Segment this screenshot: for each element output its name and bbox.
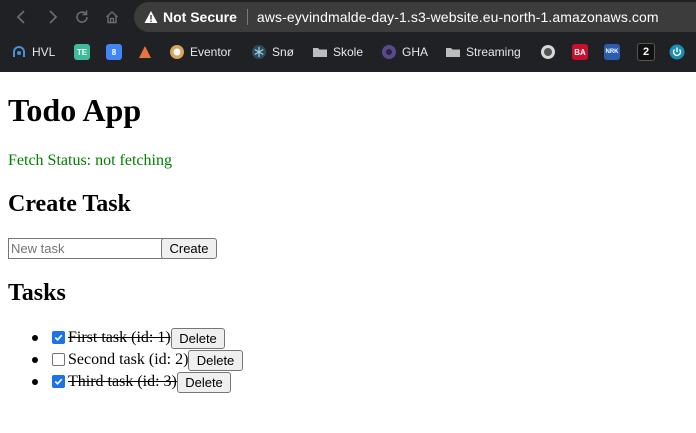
back-arrow-icon — [16, 10, 25, 24]
calendar-icon: 8 — [106, 44, 122, 60]
hvl-icon — [11, 44, 27, 60]
task-text: Second task (id: 2) — [68, 351, 189, 368]
bookmark-te[interactable]: TE — [74, 41, 90, 63]
bookmark-label: Streaming — [466, 45, 521, 59]
bookmark-globe[interactable] — [540, 41, 556, 63]
bookmark-tv2[interactable]: 2 — [637, 41, 655, 63]
folder-icon — [445, 44, 461, 60]
list-bullet — [32, 357, 38, 363]
bookmark-label: Eventor — [190, 45, 232, 59]
gha-icon — [381, 44, 397, 60]
home-icon — [105, 10, 119, 24]
bookmark-streaming[interactable]: Streaming — [445, 41, 521, 63]
reload-icon — [76, 10, 88, 23]
list-bullet — [32, 379, 38, 385]
page-content: Todo App Fetch Status: not fetching Crea… — [0, 72, 696, 433]
bookmark-hvl[interactable]: HVL — [11, 41, 55, 63]
bookmark-eventor[interactable]: Eventor — [169, 41, 231, 63]
delete-button[interactable]: Delete — [188, 350, 243, 371]
browser-toolbar: Not Secure aws-eyvindmalde-day-1.s3-webs… — [0, 0, 696, 34]
task-checkbox[interactable] — [52, 353, 65, 366]
fetch-status: Fetch Status: not fetching — [8, 152, 172, 169]
globe-icon — [540, 44, 556, 60]
task-checkbox[interactable] — [52, 375, 65, 388]
bookmark-sno[interactable]: Snø — [251, 41, 294, 63]
bookmark-nrk[interactable]: NRK — [604, 41, 620, 63]
delete-button[interactable]: Delete — [171, 328, 225, 349]
bookmark-gha[interactable]: GHA — [381, 41, 428, 63]
create-task-heading: Create Task — [8, 191, 131, 217]
forward-arrow-icon — [49, 10, 58, 24]
task-text: Third task (id: 3) — [68, 373, 177, 390]
back-button[interactable] — [11, 6, 33, 28]
new-task-input[interactable] — [8, 238, 163, 259]
task-checkbox[interactable] — [52, 331, 65, 344]
tasks-heading: Tasks — [8, 280, 66, 306]
snowflake-icon — [251, 44, 267, 60]
address-bar[interactable]: Not Secure aws-eyvindmalde-day-1.s3-webs… — [134, 2, 696, 32]
bookmark-skole[interactable]: Skole — [312, 41, 363, 63]
power-icon — [669, 44, 685, 60]
task-text: First task (id: 1) — [68, 329, 171, 346]
bookmark-label: GHA — [402, 45, 429, 59]
triangle-icon — [137, 44, 153, 60]
task-item: Second task (id: 2) Delete — [0, 349, 300, 371]
checkmark-icon — [54, 334, 63, 341]
bookmark-label: HVL — [32, 45, 56, 59]
url-text[interactable]: aws-eyvindmalde-day-1.s3-website.eu-nort… — [257, 9, 659, 25]
browser-chrome: Not Secure aws-eyvindmalde-day-1.s3-webs… — [0, 0, 696, 72]
bookmark-ba[interactable]: BA — [572, 41, 588, 63]
create-button[interactable]: Create — [161, 238, 217, 259]
warning-icon[interactable] — [144, 10, 158, 24]
security-status-label[interactable]: Not Secure — [163, 9, 237, 25]
bookmarks-bar: HVL TE 8 Eventor Snø Skole GHA Streaming… — [0, 38, 696, 66]
bookmark-triangle[interactable] — [137, 41, 153, 63]
bookmark-power[interactable] — [669, 41, 685, 63]
forward-button[interactable] — [41, 6, 63, 28]
tv2-icon: 2 — [637, 43, 655, 61]
eventor-icon — [169, 44, 185, 60]
bookmark-label: Skole — [333, 45, 364, 59]
reload-button[interactable] — [71, 6, 93, 28]
bookmark-label: Snø — [272, 45, 295, 59]
home-button[interactable] — [101, 6, 123, 28]
folder-icon — [312, 44, 328, 60]
task-item: Third task (id: 3) Delete — [0, 371, 300, 393]
ba-icon: BA — [572, 44, 588, 60]
nrk-icon: NRK — [604, 44, 620, 60]
page-title: Todo App — [8, 92, 142, 128]
bookmark-calendar[interactable]: 8 — [106, 41, 122, 63]
list-bullet — [32, 335, 38, 341]
delete-button[interactable]: Delete — [177, 372, 231, 393]
te-icon: TE — [74, 44, 90, 60]
task-item: First task (id: 1) Delete — [0, 327, 300, 349]
checkmark-icon — [54, 378, 63, 385]
address-divider — [246, 9, 248, 25]
